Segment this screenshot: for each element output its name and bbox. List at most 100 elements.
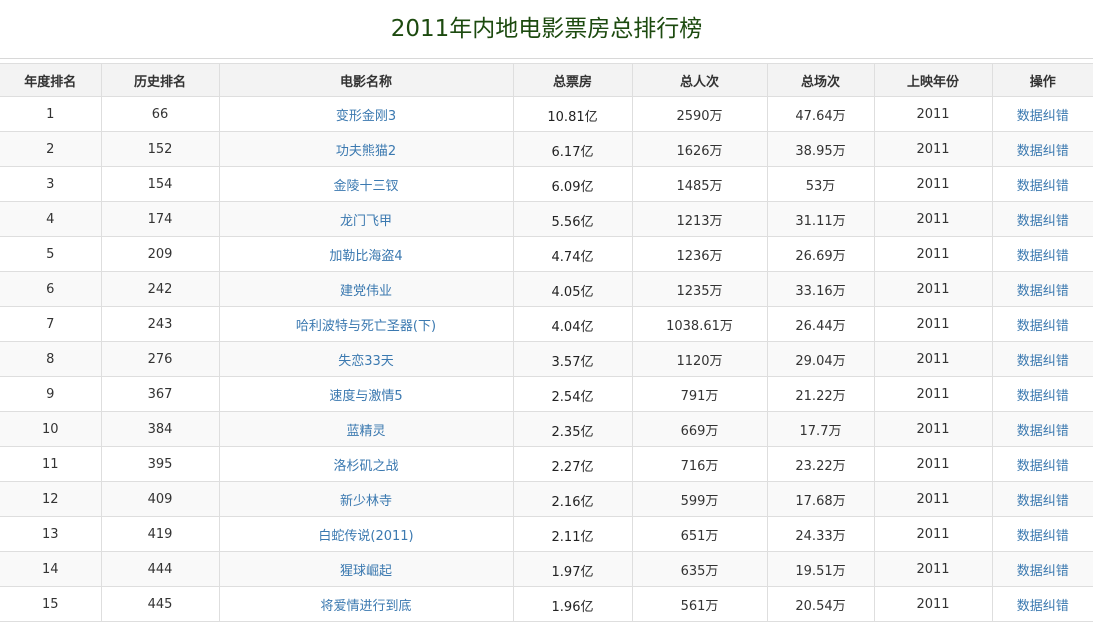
table-row: 2 152 功夫熊猫2 6.17亿 1626万 38.95万 2011 数据纠错: [0, 131, 1093, 167]
history-rank-cell: 384: [100, 411, 220, 447]
movie-name-cell: 新少林寺: [218, 481, 514, 517]
data-correction-link[interactable]: 数据纠错: [1017, 144, 1069, 159]
movie-name-cell: 猩球崛起: [218, 551, 514, 587]
data-correction-link[interactable]: 数据纠错: [1017, 179, 1069, 194]
screenings-cell: 17.7万: [766, 411, 875, 447]
year-rank-cell: 10: [0, 411, 102, 447]
data-correction-link[interactable]: 数据纠错: [1017, 214, 1069, 229]
action-cell: 数据纠错: [991, 376, 1093, 412]
movie-link[interactable]: 金陵十三钗: [333, 179, 398, 194]
movie-link[interactable]: 失恋33天: [338, 354, 394, 369]
header-action: 操作: [991, 63, 1093, 97]
table-row: 7 243 哈利波特与死亡圣器(下) 4.04亿 1038.61万 26.44万 2011 数…: [0, 306, 1093, 342]
screenings-cell: 47.64万: [766, 96, 875, 132]
movie-link[interactable]: 建党伟业: [340, 284, 392, 299]
box-office-cell: 1.96亿: [512, 586, 633, 622]
release-year-cell: 2011: [873, 586, 993, 622]
action-cell: 数据纠错: [991, 411, 1093, 447]
box-office-cell: 4.74亿: [512, 236, 633, 272]
screenings-cell: 33.16万: [766, 271, 875, 307]
data-correction-link[interactable]: 数据纠错: [1017, 459, 1069, 474]
movie-link[interactable]: 加勒比海盗4: [329, 249, 402, 264]
admissions-cell: 1236万: [631, 236, 768, 272]
year-rank-cell: 7: [0, 306, 102, 342]
data-correction-link[interactable]: 数据纠错: [1017, 284, 1069, 299]
header-movie-name: 电影名称: [218, 63, 514, 97]
admissions-cell: 1485万: [631, 166, 768, 202]
history-rank-cell: 154: [100, 166, 220, 202]
year-rank-cell: 6: [0, 271, 102, 307]
screenings-cell: 20.54万: [766, 586, 875, 622]
action-cell: 数据纠错: [991, 551, 1093, 587]
admissions-cell: 791万: [631, 376, 768, 412]
header-admissions: 总人次: [631, 63, 768, 97]
table-row: 6 242 建党伟业 4.05亿 1235万 33.16万 2011 数据纠错: [0, 271, 1093, 307]
admissions-cell: 716万: [631, 446, 768, 482]
movie-link[interactable]: 洛杉矶之战: [333, 459, 398, 474]
movie-link[interactable]: 变形金刚3: [336, 109, 396, 124]
box-office-cell: 3.57亿: [512, 341, 633, 377]
movie-link[interactable]: 蓝精灵: [346, 424, 385, 439]
history-rank-cell: 445: [100, 586, 220, 622]
action-cell: 数据纠错: [991, 271, 1093, 307]
data-correction-link[interactable]: 数据纠错: [1017, 319, 1069, 334]
movie-name-cell: 龙门飞甲: [218, 201, 514, 237]
screenings-cell: 29.04万: [766, 341, 875, 377]
data-correction-link[interactable]: 数据纠错: [1017, 564, 1069, 579]
release-year-cell: 2011: [873, 201, 993, 237]
movie-link[interactable]: 功夫熊猫2: [336, 144, 396, 159]
history-rank-cell: 243: [100, 306, 220, 342]
history-rank-cell: 395: [100, 446, 220, 482]
movie-link[interactable]: 白蛇传说(2011): [318, 529, 413, 544]
table-header-row: 年度排名 历史排名 电影名称 总票房 总人次 总场次 上映年份 操作: [0, 63, 1093, 97]
movie-link[interactable]: 速度与激情5: [329, 389, 402, 404]
screenings-cell: 17.68万: [766, 481, 875, 517]
release-year-cell: 2011: [873, 516, 993, 552]
history-rank-cell: 209: [100, 236, 220, 272]
action-cell: 数据纠错: [991, 201, 1093, 237]
data-correction-link[interactable]: 数据纠错: [1017, 354, 1069, 369]
history-rank-cell: 276: [100, 341, 220, 377]
table-row: 13 419 白蛇传说(2011) 2.11亿 651万 24.33万 2011 数据纠错: [0, 516, 1093, 552]
table-row: 5 209 加勒比海盗4 4.74亿 1236万 26.69万 2011 数据纠错: [0, 236, 1093, 272]
year-rank-cell: 5: [0, 236, 102, 272]
data-correction-link[interactable]: 数据纠错: [1017, 529, 1069, 544]
movie-link[interactable]: 猩球崛起: [340, 564, 392, 579]
movie-link[interactable]: 新少林寺: [340, 494, 392, 509]
release-year-cell: 2011: [873, 131, 993, 167]
box-office-cell: 1.97亿: [512, 551, 633, 587]
movie-name-cell: 建党伟业: [218, 271, 514, 307]
data-correction-link[interactable]: 数据纠错: [1017, 494, 1069, 509]
movie-name-cell: 变形金刚3: [218, 96, 514, 132]
year-rank-cell: 4: [0, 201, 102, 237]
data-correction-link[interactable]: 数据纠错: [1017, 424, 1069, 439]
release-year-cell: 2011: [873, 271, 993, 307]
movie-link[interactable]: 将爱情进行到底: [320, 599, 411, 614]
history-rank-cell: 419: [100, 516, 220, 552]
year-rank-cell: 3: [0, 166, 102, 202]
table-row: 8 276 失恋33天 3.57亿 1120万 29.04万 2011 数据纠错: [0, 341, 1093, 377]
data-correction-link[interactable]: 数据纠错: [1017, 109, 1069, 124]
year-rank-cell: 11: [0, 446, 102, 482]
data-correction-link[interactable]: 数据纠错: [1017, 249, 1069, 264]
data-correction-link[interactable]: 数据纠错: [1017, 599, 1069, 614]
screenings-cell: 26.69万: [766, 236, 875, 272]
movie-link[interactable]: 龙门飞甲: [340, 214, 392, 229]
admissions-cell: 651万: [631, 516, 768, 552]
release-year-cell: 2011: [873, 446, 993, 482]
admissions-cell: 1235万: [631, 271, 768, 307]
box-office-cell: 6.09亿: [512, 166, 633, 202]
table-row: 14 444 猩球崛起 1.97亿 635万 19.51万 2011 数据纠错: [0, 551, 1093, 587]
screenings-cell: 38.95万: [766, 131, 875, 167]
action-cell: 数据纠错: [991, 516, 1093, 552]
screenings-cell: 21.22万: [766, 376, 875, 412]
history-rank-cell: 367: [100, 376, 220, 412]
release-year-cell: 2011: [873, 341, 993, 377]
movie-name-cell: 失恋33天: [218, 341, 514, 377]
header-history-rank: 历史排名: [100, 63, 220, 97]
release-year-cell: 2011: [873, 551, 993, 587]
movie-link[interactable]: 哈利波特与死亡圣器(下): [296, 319, 436, 334]
data-correction-link[interactable]: 数据纠错: [1017, 389, 1069, 404]
movie-name-cell: 哈利波特与死亡圣器(下): [218, 306, 514, 342]
release-year-cell: 2011: [873, 166, 993, 202]
